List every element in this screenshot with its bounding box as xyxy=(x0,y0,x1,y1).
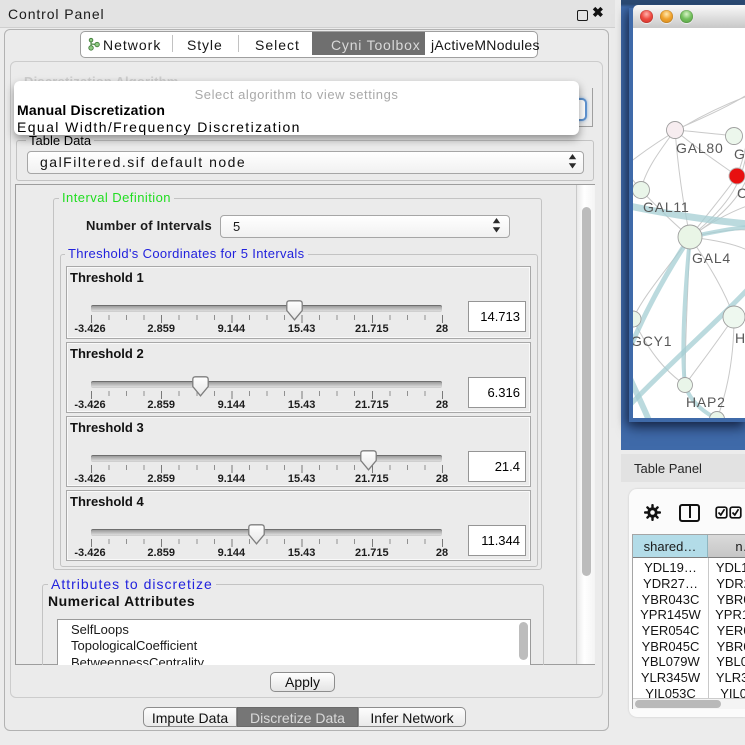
svg-text:GCY1: GCY1 xyxy=(633,333,672,349)
svg-text:GAL11: GAL11 xyxy=(643,199,690,215)
svg-text:C: C xyxy=(737,185,745,201)
svg-text:GAL80: GAL80 xyxy=(676,140,724,156)
svg-text:GA: GA xyxy=(734,146,745,162)
svg-text:GAL4: GAL4 xyxy=(692,250,731,266)
svg-text:H: H xyxy=(735,330,745,346)
svg-text:HAP2: HAP2 xyxy=(686,394,726,410)
